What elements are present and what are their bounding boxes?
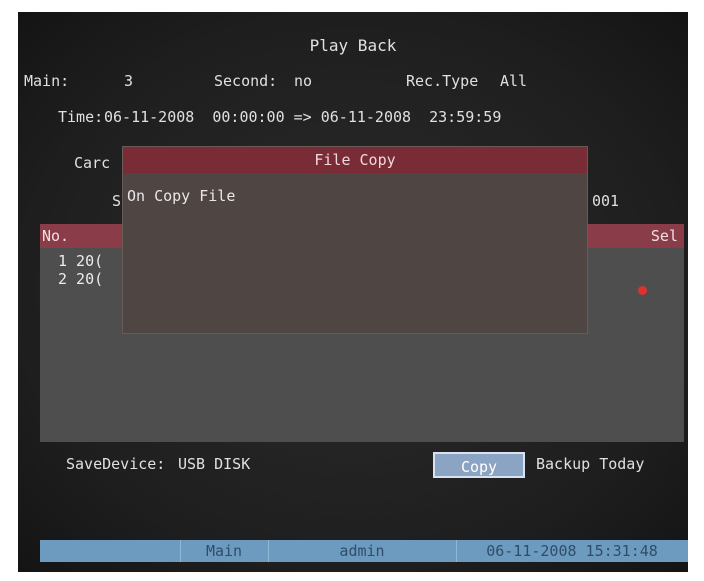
status-segment-user: admin <box>268 540 457 562</box>
selected-indicator-icon[interactable] <box>638 286 647 295</box>
rec-type-label: Rec.Type <box>406 72 479 90</box>
save-device-label: SaveDevice: <box>66 455 166 473</box>
status-segment-main: Main <box>180 540 269 562</box>
rec-type-value[interactable]: All <box>500 72 527 90</box>
card-label: Carc <box>74 154 111 172</box>
file-copy-dialog: File Copy On Copy File <box>122 146 588 334</box>
save-device-value[interactable]: USB DISK <box>178 455 250 473</box>
time-range-value[interactable]: 06-11-2008 00:00:00 => 06-11-2008 23:59:… <box>104 108 501 126</box>
page-title: Play Back <box>309 36 397 55</box>
second-stream-value[interactable]: no <box>294 72 312 90</box>
backup-today-button[interactable]: Backup Today <box>536 455 644 473</box>
list-item[interactable]: 2 20( <box>58 270 103 288</box>
status-segment-datetime: 06-11-2008 15:31:48 <box>486 542 658 560</box>
status-segment-blank <box>40 540 181 562</box>
list-item[interactable]: 1 20( <box>58 252 103 270</box>
playback-screen: Play Back Main: 3 Second: no Rec.Type Al… <box>18 12 688 572</box>
second-label: Second: <box>214 72 278 90</box>
time-label: Time: <box>58 108 104 126</box>
status-bar: Main admin 06-11-2008 15:31:48 <box>40 540 688 562</box>
main-label: Main: <box>24 72 70 90</box>
main-channel-value[interactable]: 3 <box>124 72 133 90</box>
search-row-label: S <box>112 192 122 210</box>
dialog-title: File Copy <box>123 147 587 173</box>
search-row-value: 001 <box>592 192 620 210</box>
copy-button[interactable]: Copy <box>433 452 525 478</box>
dialog-message: On Copy File <box>127 187 236 205</box>
column-sel: Sel <box>650 227 678 245</box>
column-no: No. <box>42 227 70 245</box>
